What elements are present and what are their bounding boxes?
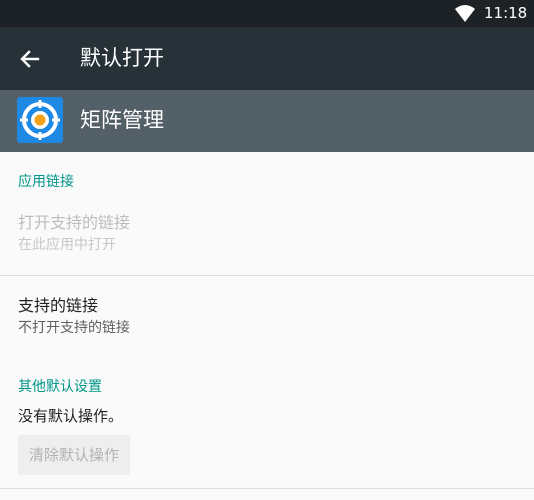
target-icon [17, 97, 63, 143]
section-title-other-defaults: 其他默认设置 [18, 379, 102, 395]
open-supported-links-title: 打开支持的链接 [18, 213, 131, 232]
status-bar: 11:18 [0, 0, 534, 27]
no-default-actions-text: 没有默认操作。 [18, 407, 124, 425]
settings-content: 应用链接 打开支持的链接 在此应用中打开 支持的链接 不打开支持的链接 其他默认… [0, 152, 534, 500]
app-header: 矩阵管理 [0, 90, 534, 152]
open-supported-links-item: 打开支持的链接 在此应用中打开 [0, 202, 534, 262]
supported-links-item[interactable]: 支持的链接 不打开支持的链接 [0, 276, 534, 342]
wifi-icon [455, 5, 475, 22]
open-supported-links-summary: 在此应用中打开 [18, 237, 116, 253]
app-name: 矩阵管理 [80, 108, 164, 132]
arrow-back-icon[interactable] [17, 46, 43, 72]
app-bar: 默认打开 [0, 27, 534, 90]
page-title: 默认打开 [80, 46, 164, 70]
divider [0, 488, 534, 489]
supported-links-title: 支持的链接 [18, 296, 99, 315]
status-time: 11:18 [484, 4, 528, 22]
section-title-app-links: 应用链接 [18, 174, 74, 190]
supported-links-summary: 不打开支持的链接 [18, 320, 130, 336]
clear-defaults-button[interactable]: 清除默认操作 [18, 435, 130, 475]
